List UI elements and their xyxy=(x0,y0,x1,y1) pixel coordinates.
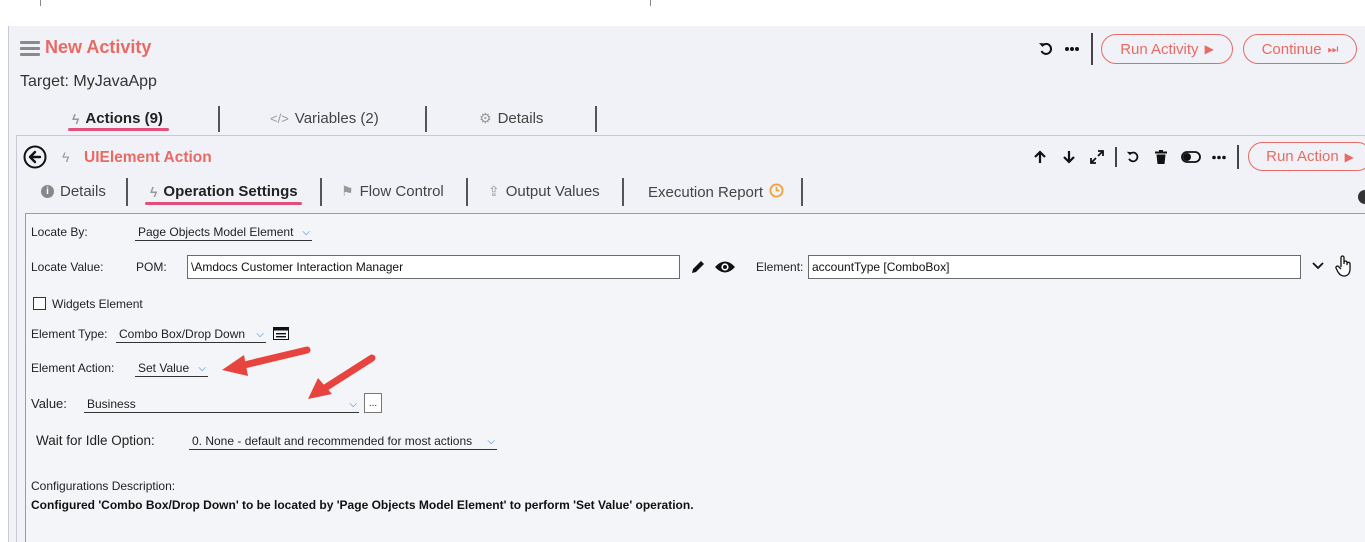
activity-title: New Activity xyxy=(45,37,152,57)
tab-operation-settings[interactable]: ϟ Operation Settings xyxy=(150,183,298,200)
more-horizontal-icon[interactable] xyxy=(1062,39,1082,59)
chevron-down-icon[interactable] xyxy=(1310,258,1326,274)
divider xyxy=(595,106,597,132)
divider xyxy=(425,106,427,132)
config-description-text: Configured 'Combo Box/Drop Down' to be l… xyxy=(31,498,694,512)
code-icon: </> xyxy=(270,111,289,126)
arrow-up-icon[interactable] xyxy=(1032,149,1048,165)
widgets-element-checkbox[interactable] xyxy=(33,297,46,310)
tab-execution-report-label: Execution Report xyxy=(648,184,764,201)
tab-variables-label: Variables (2) xyxy=(294,110,379,127)
divider xyxy=(466,178,468,206)
divider xyxy=(650,0,651,6)
run-action-button[interactable]: Run Action ▶ xyxy=(1248,142,1365,171)
run-action-label: Run Action xyxy=(1266,148,1339,165)
divider xyxy=(40,0,41,6)
divider xyxy=(320,178,322,206)
continue-label: Continue xyxy=(1261,40,1322,58)
lightning-icon: ϟ xyxy=(62,149,70,165)
lightning-icon: ϟ xyxy=(72,110,80,127)
continue-button[interactable]: Continue ⏭ xyxy=(1243,34,1357,64)
pom-field[interactable]: \Amdocs Customer Interaction Manager xyxy=(187,255,680,279)
locate-by-value: Page Objects Model Element xyxy=(138,225,294,239)
tab-output-values-label: Output Values xyxy=(505,183,600,200)
tab-action-details[interactable]: i Details xyxy=(41,183,106,200)
target-label: Target: MyJavaApp xyxy=(20,73,157,90)
gear-icon: ⚙ xyxy=(479,110,492,126)
divider xyxy=(801,178,803,206)
active-tab-indicator xyxy=(145,202,302,205)
upload-icon: ⇪ xyxy=(488,183,500,199)
tab-details[interactable]: ⚙ Details xyxy=(479,110,543,127)
divider xyxy=(1091,33,1093,65)
wait-idle-dropdown[interactable]: 0. None - default and recommended for mo… xyxy=(189,434,497,450)
tab-actions[interactable]: ϟ Actions (9) xyxy=(72,110,163,127)
divider xyxy=(126,178,128,206)
run-activity-button[interactable]: Run Activity ▶ xyxy=(1101,34,1233,64)
wait-idle-value: 0. None - default and recommended for mo… xyxy=(192,434,473,448)
expand-icon[interactable] xyxy=(1089,149,1105,165)
element-action-value: Set Value xyxy=(138,361,190,375)
play-icon: ▶ xyxy=(1344,149,1354,164)
back-arrow-icon[interactable] xyxy=(23,145,47,169)
undo-icon[interactable] xyxy=(1036,39,1056,59)
tab-output-values[interactable]: ⇪ Output Values xyxy=(488,183,600,200)
arrow-down-icon[interactable] xyxy=(1061,149,1077,165)
tab-execution-report[interactable]: Execution Report xyxy=(648,183,784,202)
tab-flow-control-label: Flow Control xyxy=(359,183,444,200)
value-label: Value: xyxy=(31,396,67,411)
element-field[interactable]: accountType [ComboBox] xyxy=(808,255,1301,279)
element-label: Element: xyxy=(756,260,804,274)
undo-icon[interactable] xyxy=(1125,149,1141,165)
element-action-dropdown[interactable]: Set Value ⌵ xyxy=(135,361,208,377)
skip-forward-icon: ⏭ xyxy=(1327,41,1339,56)
lightning-icon: ϟ xyxy=(150,183,158,200)
tab-action-details-label: Details xyxy=(60,183,106,200)
chevron-down-icon: ⌵ xyxy=(487,435,495,447)
play-icon: ▶ xyxy=(1204,42,1214,56)
element-action-label: Element Action: xyxy=(31,361,115,375)
divider xyxy=(218,106,220,132)
locate-by-dropdown[interactable]: Page Objects Model Element ⌵ xyxy=(135,225,312,241)
pencil-icon[interactable] xyxy=(688,257,708,277)
pom-label: POM: xyxy=(136,260,167,274)
tab-details-label: Details xyxy=(497,110,544,127)
divider xyxy=(1115,147,1117,167)
divider xyxy=(1237,145,1239,169)
divider xyxy=(622,178,624,206)
signpost-icon: ⚑ xyxy=(341,183,354,199)
widgets-element-label: Widgets Element xyxy=(52,297,143,311)
value-value: Business xyxy=(87,397,136,411)
globe-icon[interactable] xyxy=(1358,190,1365,204)
locate-by-label: Locate By: xyxy=(31,225,88,239)
wait-idle-label: Wait for Idle Option: xyxy=(36,433,155,448)
menu-icon[interactable] xyxy=(20,41,40,56)
element-type-label: Element Type: xyxy=(31,327,108,341)
tab-variables[interactable]: </> Variables (2) xyxy=(270,110,379,127)
active-tab-indicator xyxy=(68,128,169,131)
tab-flow-control[interactable]: ⚑ Flow Control xyxy=(341,183,444,200)
annotation-arrows xyxy=(222,346,376,399)
toggle-icon[interactable] xyxy=(1180,149,1202,165)
config-description-label: Configurations Description: xyxy=(31,479,176,493)
info-icon: i xyxy=(41,185,54,198)
tab-actions-label: Actions (9) xyxy=(85,110,163,127)
action-title: UIElement Action xyxy=(84,149,212,166)
locate-value-label: Locate Value: xyxy=(31,260,104,274)
top-strip xyxy=(0,0,1365,26)
tab-operation-settings-label: Operation Settings xyxy=(163,183,298,200)
chevron-down-icon: ⌵ xyxy=(198,362,206,374)
trash-icon[interactable] xyxy=(1153,149,1169,165)
hand-pointer-icon[interactable] xyxy=(1333,254,1355,278)
eye-icon[interactable] xyxy=(713,257,737,277)
clock-icon xyxy=(769,183,784,202)
more-horizontal-icon[interactable] xyxy=(1211,149,1227,165)
chevron-down-icon: ⌵ xyxy=(302,226,310,238)
run-activity-label: Run Activity xyxy=(1120,40,1199,58)
